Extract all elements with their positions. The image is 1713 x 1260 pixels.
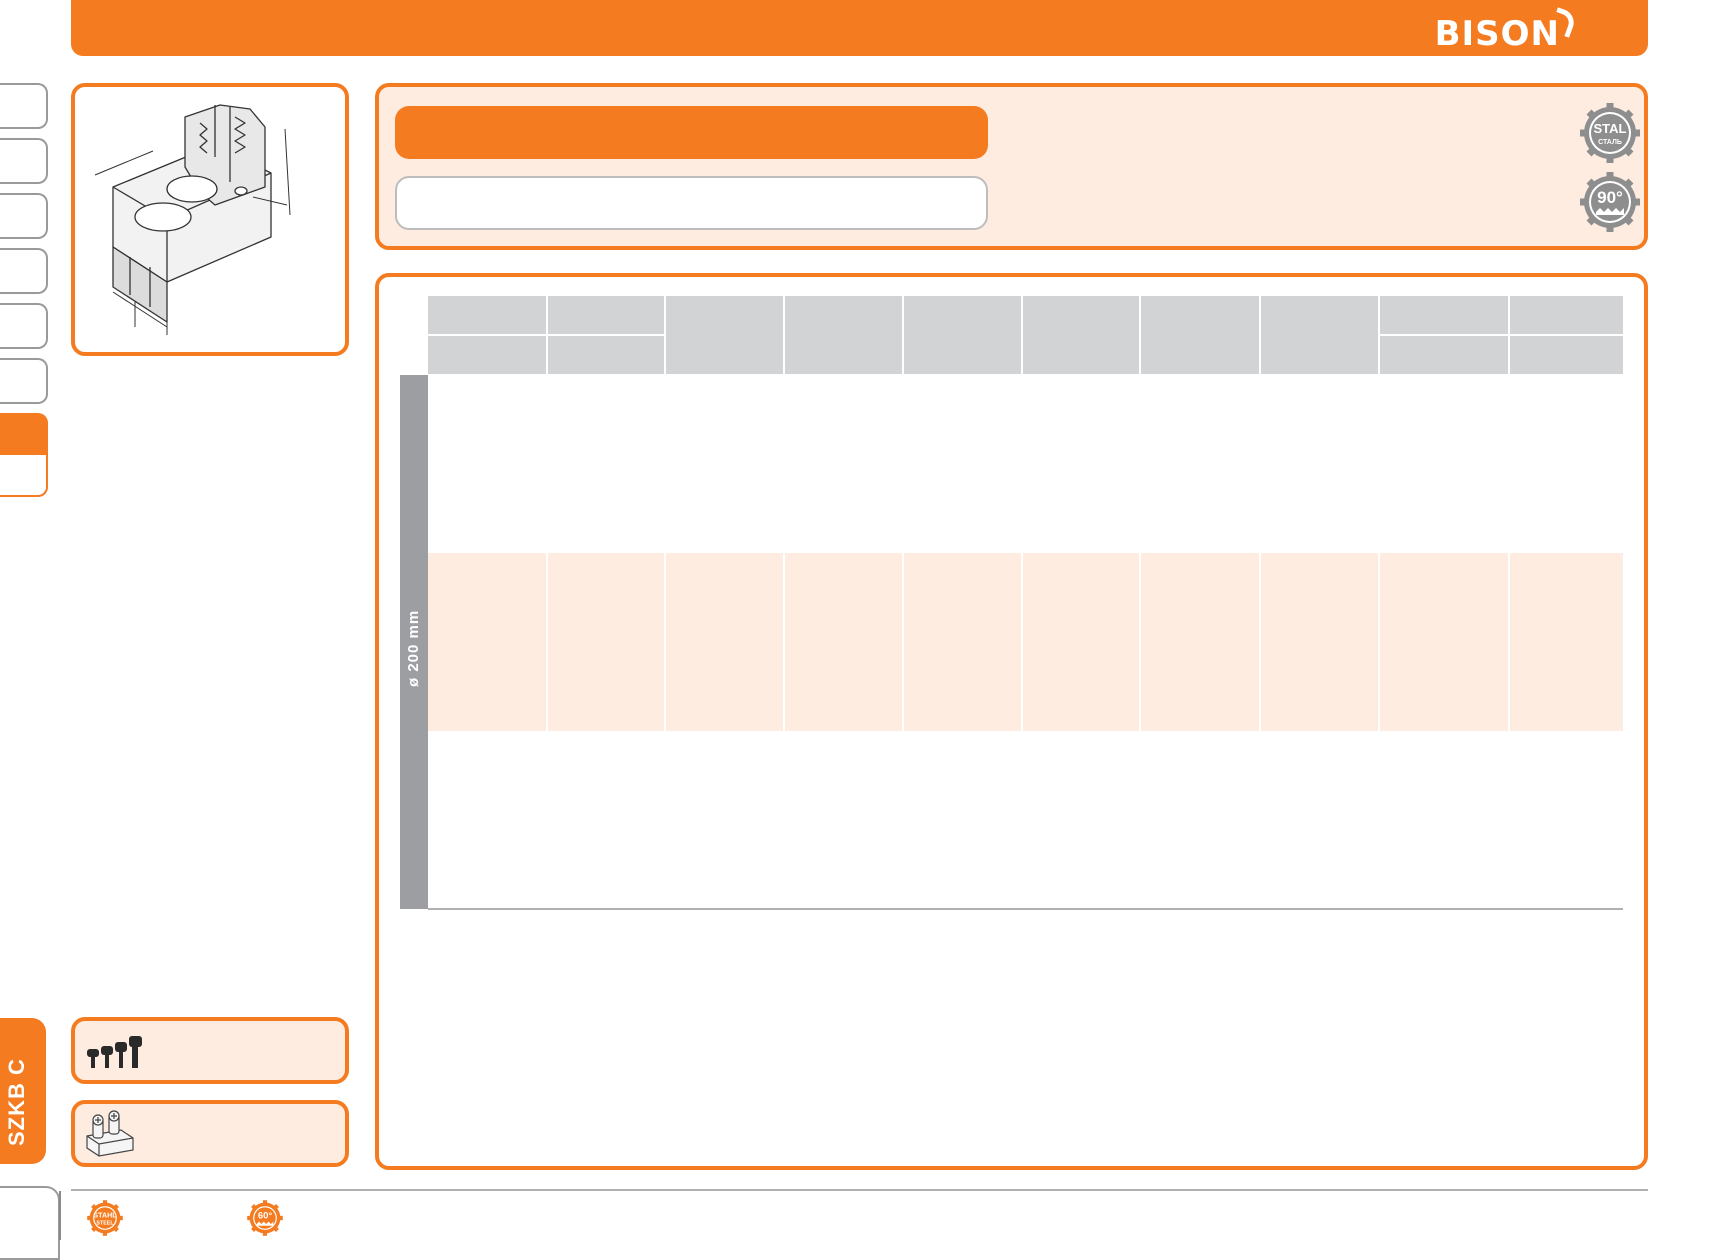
table-subheader-cell — [548, 336, 664, 374]
table-header-cell — [1510, 296, 1623, 334]
section-tab-szkb[interactable]: SZKB C — [0, 1018, 46, 1164]
accessory-tnut-card[interactable] — [71, 1100, 349, 1167]
screws-icon — [87, 1036, 142, 1068]
table-header-cell — [904, 296, 1021, 374]
side-tab-1[interactable] — [0, 83, 48, 129]
accessory-screws-card[interactable] — [71, 1017, 349, 1084]
table-bottom-rule — [428, 908, 1623, 910]
column-divider — [1378, 553, 1380, 731]
column-divider — [1021, 553, 1023, 731]
badge-angle-text: 90° — [1597, 188, 1623, 207]
badge-stal-text: STAL — [1594, 121, 1627, 136]
stahl-steel-badge-icon: STAHL STEEL — [87, 1200, 123, 1236]
column-divider — [783, 553, 785, 731]
t-nut-icon — [86, 1110, 134, 1157]
table-header-cell — [1261, 296, 1378, 374]
angle-60-badge-icon: 60° — [247, 1200, 283, 1236]
section-label: SZKB C — [4, 1058, 29, 1146]
product-title-bar — [395, 106, 988, 159]
column-divider — [664, 553, 666, 731]
table-header-cell — [428, 296, 546, 334]
side-tab-3[interactable] — [0, 193, 48, 239]
brand-name: BISON — [1434, 14, 1560, 54]
side-tab-active[interactable] — [0, 413, 48, 497]
side-tab-2[interactable] — [0, 138, 48, 184]
table-header-cell — [666, 296, 783, 374]
side-tab-bottom[interactable] — [0, 1186, 60, 1260]
table-row-highlighted — [428, 553, 1623, 731]
angle-90-badge-icon: 90° — [1580, 172, 1640, 232]
table-header-cell — [1023, 296, 1139, 374]
side-tab-6[interactable] — [0, 358, 48, 404]
top-header-bar: BISON — [71, 0, 1648, 56]
column-divider — [1259, 553, 1261, 731]
footer-rule — [71, 1189, 1648, 1191]
table-subheader-cell — [1380, 336, 1508, 374]
badge-stal-subtext: СТАЛЬ — [1598, 139, 1622, 146]
column-divider — [1508, 553, 1510, 731]
table-header-cell — [785, 296, 902, 374]
product-subtitle-bar — [395, 176, 988, 230]
footer-badge-angle-text: 60° — [258, 1211, 273, 1222]
bison-logo: BISON — [1434, 7, 1578, 54]
footer-divider — [59, 1191, 61, 1240]
side-tab-5[interactable] — [0, 303, 48, 349]
table-header-cell — [548, 296, 664, 334]
column-divider — [1139, 553, 1141, 731]
table-header-cell — [1380, 296, 1508, 334]
footer-badge-stahl-text: STAHL — [93, 1211, 117, 1219]
column-divider — [902, 553, 904, 731]
diameter-group-label: ø 200 mm — [400, 375, 428, 909]
table-header-cell — [1141, 296, 1259, 374]
side-tab-4[interactable] — [0, 248, 48, 294]
table-subheader-cell — [428, 336, 546, 374]
product-drawing-card — [71, 83, 349, 356]
diameter-text: ø 200 mm — [405, 609, 422, 687]
column-divider — [546, 553, 548, 731]
stal-steel-badge-icon: STAL СТАЛЬ — [1580, 103, 1640, 163]
footer-badge-steel-text: STEEL — [96, 1221, 114, 1227]
table-subheader-cell — [1510, 336, 1623, 374]
jaw-drawing-icon — [94, 104, 291, 335]
